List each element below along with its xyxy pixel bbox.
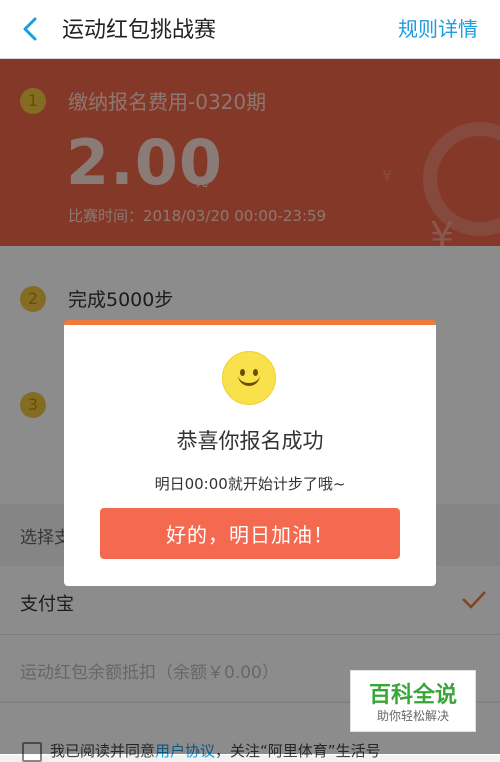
page-title: 运动红包挑战赛: [62, 18, 217, 43]
smiley-icon: [222, 351, 276, 405]
smiley-mouth: [238, 374, 260, 386]
watermark-sub: 助你轻松解决: [376, 709, 449, 723]
success-dialog: 恭喜你报名成功 明日00:00就开始计步了哦~ 好的，明日加油！: [64, 320, 436, 586]
header-bar: 运动红包挑战赛 规则详情: [0, 0, 500, 59]
rules-detail-link[interactable]: 规则详情: [398, 13, 478, 42]
dialog-subtitle: 明日00:00就开始计步了哦~: [154, 475, 346, 493]
back-icon[interactable]: [16, 14, 46, 44]
watermark-main: 百科全说: [368, 683, 457, 708]
confirm-button[interactable]: 好的，明日加油！: [100, 508, 400, 559]
dialog-title: 恭喜你报名成功: [176, 429, 324, 453]
watermark-logo: 百科全说 助你轻松解决: [350, 670, 476, 732]
